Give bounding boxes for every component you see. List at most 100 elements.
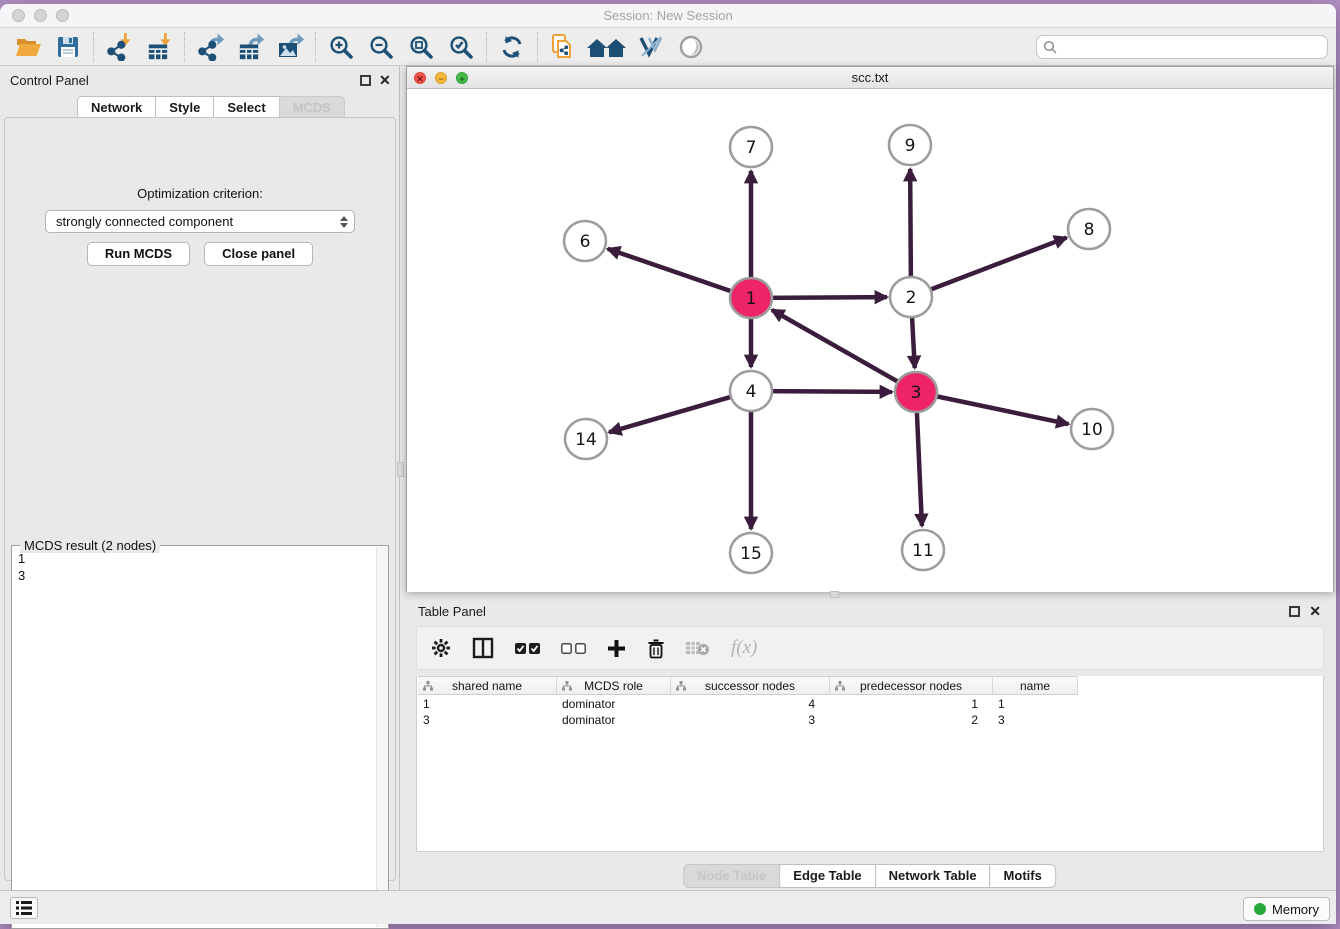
table-row[interactable]: 1dominator411 [418,696,1078,712]
table-cell: 1 [418,696,557,712]
network-minimize-button[interactable]: − [435,72,447,84]
graph-edge-4-14[interactable] [609,395,738,432]
graph-node-3[interactable]: 3 [895,372,937,412]
toolbar-separator [537,32,538,62]
search-input[interactable] [1061,39,1321,54]
mcds-buttons-row: Run MCDS Close panel [5,242,395,266]
zoom-in-button[interactable] [321,31,361,63]
zoom-out-icon [368,34,394,60]
column-header-name[interactable]: name [993,677,1078,694]
column-header-MCDS-role[interactable]: MCDS role [557,677,671,694]
graph-node-6[interactable]: 6 [564,221,606,261]
export-image-button[interactable] [270,31,310,63]
svg-text:2: 2 [906,288,917,308]
table-cell: 3 [671,712,830,728]
tab-motifs[interactable]: Motifs [990,864,1056,888]
graph-node-7[interactable]: 7 [730,127,772,167]
close-panel-button-mcds[interactable]: Close panel [204,242,313,266]
graph-node-10[interactable]: 10 [1071,409,1113,449]
toolbar-separator [184,32,185,62]
graph-node-2[interactable]: 2 [890,277,932,317]
graph-node-14[interactable]: 14 [565,419,607,459]
create-column-button[interactable] [607,634,626,662]
svg-text:8: 8 [1084,220,1095,240]
graph-edge-1-6[interactable] [608,249,738,294]
status-bar: Memory [0,890,1336,924]
network-zoom-button[interactable]: + [456,72,468,84]
graph-edge-3-1[interactable] [772,310,904,385]
table-settings-button[interactable] [431,634,451,662]
import-table-button[interactable] [139,31,179,63]
graph-node-9[interactable]: 9 [889,125,931,165]
graph-edge-2-3[interactable] [912,311,915,368]
zoom-in-icon [328,34,354,60]
network-canvas[interactable]: 1 2 3 4 6 7 8 9 10 11 14 15 [407,89,1333,592]
graph-node-15[interactable]: 15 [730,533,772,573]
level-of-detail-button[interactable] [671,31,711,63]
column-header-successor-nodes[interactable]: successor nodes [671,677,830,694]
column-header-shared-name[interactable]: shared name [418,677,557,694]
column-header-predecessor-nodes[interactable]: predecessor nodes [830,677,993,694]
window-titlebar: Session: New Session [0,4,1336,28]
zoom-out-button[interactable] [361,31,401,63]
float-table-panel-button[interactable] [1289,606,1300,617]
graph-node-1[interactable]: 1 [730,278,772,318]
canvas-resize-grip[interactable] [830,591,839,598]
criterion-value: strongly connected component [56,214,233,229]
graph-edge-1-2[interactable] [765,297,887,298]
network-view-window: ✕ − + scc.txt 1 2 3 4 6 7 8 9 10 11 14 15 [406,66,1334,592]
zoom-fit-button[interactable] [401,31,441,63]
show-panels-button[interactable] [10,897,38,919]
minimize-window-button[interactable] [34,9,47,22]
toolbar-separator [315,32,316,62]
first-neighbors-button[interactable] [583,31,631,63]
table-row[interactable]: 3dominator323 [418,712,1078,728]
tab-edge-table[interactable]: Edge Table [779,864,875,888]
open-session-button[interactable] [8,31,48,63]
graph-edge-2-9[interactable] [910,169,911,283]
graph-node-4[interactable]: 4 [730,371,772,411]
delete-column-button[interactable] [647,634,665,662]
clone-network-button[interactable] [543,31,583,63]
toggle-annotations-button[interactable] [631,31,671,63]
close-window-button[interactable] [12,9,25,22]
mcds-result-text[interactable]: 1 3 [12,548,375,928]
search-icon [1043,40,1057,54]
refresh-view-button[interactable] [492,31,532,63]
run-mcds-button[interactable]: Run MCDS [87,242,190,266]
criterion-select[interactable]: strongly connected component [45,210,355,233]
export-network-button[interactable] [190,31,230,63]
export-table-button[interactable] [230,31,270,63]
table-panel-title: Table Panel [418,604,486,619]
network-graph[interactable]: 1 2 3 4 6 7 8 9 10 11 14 15 [407,89,1335,592]
graph-edge-2-8[interactable] [924,238,1067,292]
graph-node-8[interactable]: 8 [1068,209,1110,249]
graph-edge-4-3[interactable] [765,391,892,392]
import-table-icon [145,33,173,61]
import-network-button[interactable] [99,31,139,63]
graph-edge-3-10[interactable] [930,395,1069,424]
graph-node-11[interactable]: 11 [902,530,944,570]
close-panel-button[interactable]: ✕ [379,73,391,87]
float-panel-button[interactable] [360,75,371,86]
network-close-button[interactable]: ✕ [414,72,426,84]
gear-icon [431,638,451,658]
deselect-all-columns-button[interactable] [561,634,586,662]
memory-button[interactable]: Memory [1243,897,1330,921]
search-box[interactable] [1036,35,1328,59]
network-window-titlebar[interactable]: ✕ − + scc.txt [407,67,1333,89]
zoom-window-button[interactable] [56,9,69,22]
show-columns-button[interactable] [472,634,494,662]
splitter-grip[interactable] [397,462,404,477]
tab-network-table[interactable]: Network Table [875,864,991,888]
tab-node-table[interactable]: Node Table [683,864,780,888]
columns-icon [472,637,494,659]
result-scrollbar[interactable] [376,547,388,927]
svg-text:7: 7 [746,138,757,158]
zoom-selected-button[interactable] [441,31,481,63]
table-cell: 2 [830,712,993,728]
close-table-panel-button[interactable]: ✕ [1309,604,1321,618]
graph-edge-3-11[interactable] [917,406,922,526]
save-session-button[interactable] [48,31,88,63]
select-all-columns-button[interactable] [515,634,540,662]
